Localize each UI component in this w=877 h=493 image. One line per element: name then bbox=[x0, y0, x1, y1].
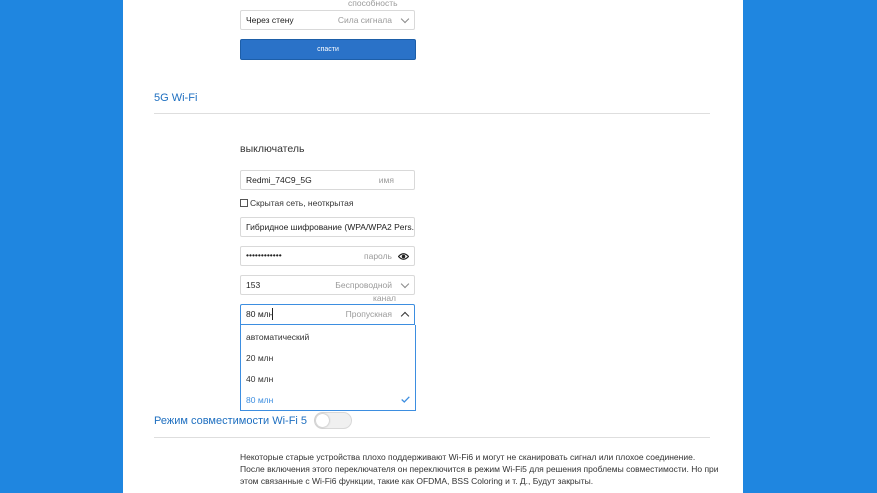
dropdown-option-40[interactable]: 40 млн bbox=[241, 368, 415, 389]
wall-penetration-select[interactable]: Через стену Сила сигнала bbox=[240, 10, 415, 30]
section-title-compat: Режим совместимости Wi-Fi 5 bbox=[154, 415, 308, 427]
channel-placeholder: Беспроводной bbox=[335, 280, 392, 290]
checkmark-icon bbox=[401, 396, 410, 403]
password-value: •••••••••••• bbox=[246, 250, 282, 260]
compat-description-line3: этом связанные с Wi-Fi6 функции, такие к… bbox=[240, 476, 594, 486]
section-title-5g: 5G Wi-Fi bbox=[154, 92, 198, 104]
hidden-network-label: Скрытая сеть, неоткрытая bbox=[250, 198, 354, 208]
wall-select-placeholder: Сила сигнала bbox=[337, 15, 392, 25]
password-input[interactable]: •••••••••••• пароль bbox=[240, 246, 415, 266]
capacity-label: способность bbox=[348, 0, 398, 8]
chevron-down-icon bbox=[400, 279, 410, 289]
divider bbox=[154, 437, 710, 438]
settings-page: способность Через стену Сила сигнала спа… bbox=[123, 0, 743, 493]
hidden-network-checkbox[interactable] bbox=[240, 199, 248, 207]
wall-select-value: Через стену bbox=[246, 15, 294, 25]
channel-select[interactable]: 153 Беспроводной bbox=[240, 275, 415, 295]
option-label: 20 млн bbox=[246, 353, 274, 363]
divider bbox=[154, 113, 710, 114]
switch-label: выключатель bbox=[240, 143, 305, 155]
compat-description-line1: Некоторые старые устройства плохо поддер… bbox=[240, 452, 696, 462]
channel-placeholder-wrap: канал bbox=[373, 293, 397, 303]
text-cursor bbox=[272, 308, 273, 320]
channel-value: 153 bbox=[246, 280, 261, 290]
save-button[interactable]: спасти bbox=[240, 39, 416, 60]
ssid-input[interactable]: Redmi_74C9_5G имя bbox=[240, 170, 415, 190]
toggle-knob bbox=[316, 414, 329, 427]
dropdown-option-auto[interactable]: автоматический bbox=[241, 326, 415, 347]
compat-toggle[interactable] bbox=[314, 412, 352, 429]
chevron-up-icon bbox=[400, 311, 410, 321]
option-label: 40 млн bbox=[246, 374, 274, 384]
dropdown-option-20[interactable]: 20 млн bbox=[241, 347, 415, 368]
option-label: 80 млн bbox=[246, 395, 274, 405]
bandwidth-dropdown: автоматический 20 млн 40 млн 80 млн bbox=[240, 325, 416, 411]
eye-icon[interactable] bbox=[398, 252, 409, 261]
ssid-value: Redmi_74C9_5G bbox=[246, 175, 312, 185]
encryption-value: Гибридное шифрование (WPA/WPA2 Pers... bbox=[246, 222, 415, 232]
option-label: автоматический bbox=[246, 332, 310, 342]
bandwidth-placeholder: Пропускная bbox=[345, 309, 392, 319]
encryption-select[interactable]: Гибридное шифрование (WPA/WPA2 Pers... bbox=[240, 217, 415, 237]
bandwidth-value: 80 млн bbox=[246, 309, 274, 319]
password-placeholder: пароль bbox=[364, 251, 392, 261]
chevron-down-icon bbox=[400, 14, 410, 24]
ssid-placeholder: имя bbox=[378, 175, 394, 185]
compat-description-line2: После включения этого переключателя он п… bbox=[240, 464, 719, 474]
bandwidth-select[interactable]: 80 млн Пропускная bbox=[240, 304, 415, 325]
dropdown-option-80[interactable]: 80 млн bbox=[241, 389, 415, 410]
save-button-label: спасти bbox=[317, 46, 339, 53]
